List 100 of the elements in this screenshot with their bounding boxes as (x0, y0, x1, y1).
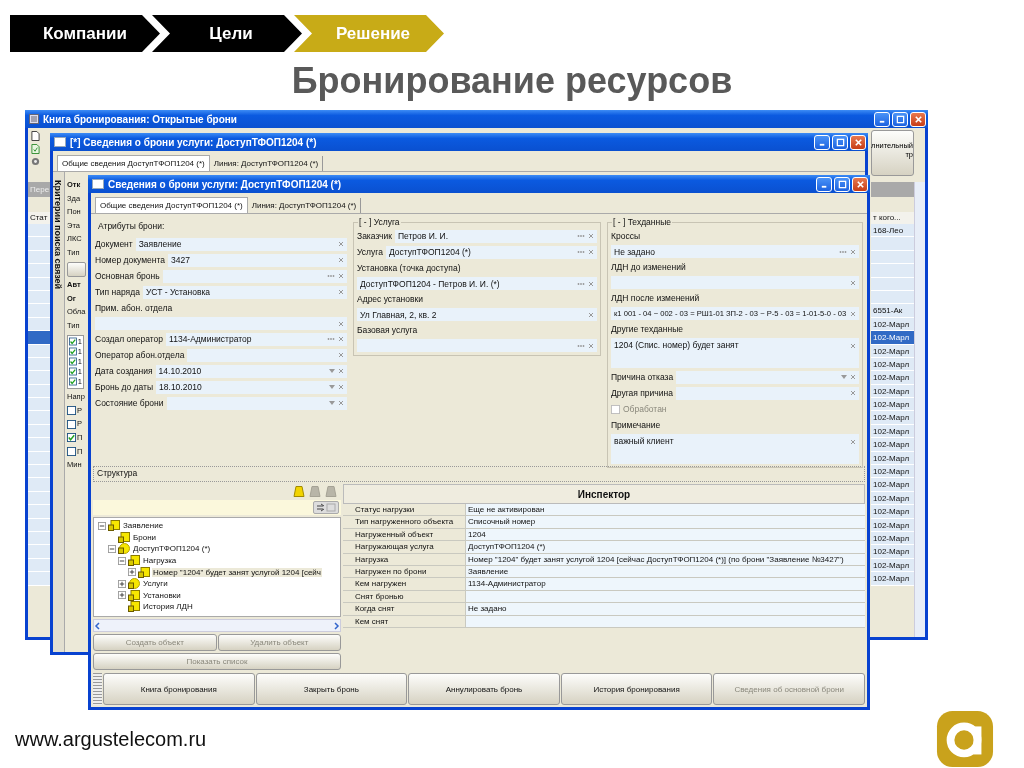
table-cell[interactable]: 6551-Ак (871, 304, 914, 318)
group-title[interactable]: [ - ] Услуга (358, 217, 401, 227)
input-field[interactable]: 18.10.2010 (156, 380, 347, 394)
side-tab[interactable]: Критерии поиска связей (53, 172, 65, 652)
clear-icon[interactable] (338, 273, 344, 279)
input-field[interactable]: Петров И. И. (394, 229, 597, 243)
input-field[interactable]: 3427 (168, 253, 347, 267)
checkbox[interactable] (69, 377, 77, 387)
tree-item[interactable]: Установки (142, 590, 182, 600)
clear-icon[interactable] (338, 368, 344, 374)
input-field[interactable]: ДоступТФОП1204 (*) (385, 245, 597, 259)
clear-icon[interactable] (850, 248, 856, 255)
clear-icon[interactable] (338, 352, 344, 358)
clear-icon[interactable] (588, 233, 594, 239)
input-field[interactable]: ДоступТФОП1204 - Петров И. И. (*) (357, 277, 597, 290)
scrollbar[interactable] (93, 619, 341, 632)
checkbox[interactable] (69, 337, 77, 347)
group-title[interactable]: [ - ] Техданные (612, 217, 673, 227)
website-url[interactable]: www.argustelecom.ru (15, 727, 207, 751)
table-cell[interactable]: 102-Марл (871, 505, 914, 519)
input-field[interactable]: УСТ - Установка (142, 285, 347, 299)
clear-icon[interactable] (588, 342, 594, 349)
input-field[interactable]: Ул Главная, 2, кв. 2 (357, 308, 597, 321)
document-check-icon[interactable] (31, 144, 40, 154)
more-icon[interactable] (577, 250, 585, 254)
tree-item[interactable]: Услуги (142, 579, 169, 589)
tab[interactable]: Линия: ДоступТФОП1204 (*) (247, 198, 362, 213)
table-cell[interactable]: 102-Марл (871, 572, 914, 586)
more-icon[interactable] (839, 249, 847, 254)
input-field[interactable] (95, 317, 347, 330)
input-field[interactable]: 1204 (Спис. номер) будет занят (611, 338, 859, 368)
table-cell[interactable]: 102-Марл (871, 398, 914, 412)
table-cell[interactable]: 102-Марл (871, 545, 914, 559)
input-field[interactable] (162, 269, 347, 283)
clear-icon[interactable] (338, 400, 344, 406)
more-icon[interactable] (577, 281, 585, 286)
input-field[interactable]: важный клиент (611, 434, 859, 464)
clear-icon[interactable] (338, 257, 344, 263)
input-field[interactable]: 14.10.2010 (155, 364, 347, 378)
dropdown-arrow-icon[interactable] (329, 369, 335, 373)
input-field[interactable]: 1134-Администратор (166, 332, 347, 346)
table-cell[interactable]: 168-Лео (871, 224, 914, 238)
close-button[interactable] (852, 176, 868, 192)
close-button[interactable] (850, 134, 866, 150)
expand-icon[interactable] (118, 579, 126, 588)
action-button[interactable]: Книга бронирования (103, 673, 255, 705)
dropdown-arrow-icon[interactable] (841, 375, 847, 379)
more-icon[interactable] (577, 234, 585, 238)
clear-icon[interactable] (850, 343, 856, 349)
expand-icon[interactable] (118, 591, 126, 600)
input-field[interactable] (357, 339, 597, 352)
collapse-icon[interactable] (108, 545, 116, 553)
gear-icon[interactable] (31, 157, 40, 166)
filter-field[interactable] (93, 500, 341, 515)
clear-icon[interactable] (588, 249, 594, 255)
action-button[interactable]: Аннулировать бронь (408, 673, 560, 705)
close-button[interactable] (910, 111, 926, 127)
maximize-button[interactable] (834, 176, 850, 192)
table-cell[interactable] (871, 237, 914, 251)
checkbox[interactable] (69, 347, 77, 357)
clear-icon[interactable] (338, 289, 344, 295)
dropdown-arrow-icon[interactable] (329, 401, 335, 405)
breadcrumb-step[interactable]: Компании (10, 15, 160, 52)
scrollbar[interactable] (914, 182, 925, 637)
clear-icon[interactable] (850, 279, 856, 286)
clear-icon[interactable] (850, 310, 856, 317)
more-icon[interactable] (577, 343, 585, 348)
breadcrumb-step[interactable]: Цели (152, 15, 302, 52)
action-button[interactable]: Закрыть бронь (255, 673, 408, 705)
table-cell[interactable]: 102-Марл (871, 331, 914, 345)
table-cell[interactable] (871, 264, 914, 278)
input-field[interactable]: Заявление (135, 237, 347, 251)
table-cell[interactable]: 102-Марл (871, 465, 914, 479)
clear-icon[interactable] (588, 311, 594, 318)
checkbox[interactable] (67, 433, 76, 443)
tab[interactable]: Линия: ДоступТФОП1204 (*) (209, 156, 324, 171)
table-cell[interactable]: 102-Марл (871, 371, 914, 385)
input-field[interactable]: Не задано (611, 245, 859, 258)
clear-icon[interactable] (850, 374, 856, 380)
checkbox[interactable] (67, 447, 76, 456)
tree-item[interactable]: ДоступТФОП1204 (*) (132, 544, 212, 554)
grip-handle[interactable] (93, 673, 102, 705)
collapse-icon[interactable] (118, 556, 126, 565)
clear-icon[interactable] (338, 241, 344, 247)
input-field[interactable] (675, 386, 859, 400)
table-cell[interactable]: 102-Марл (871, 438, 914, 452)
maximize-button[interactable] (832, 134, 848, 150)
minimize-button[interactable] (816, 176, 832, 192)
maximize-button[interactable] (892, 111, 908, 127)
search-button[interactable] (67, 261, 86, 277)
action-button[interactable]: История бронирования (560, 673, 713, 705)
scroll-right-icon[interactable] (332, 621, 340, 630)
checkbox[interactable] (69, 357, 77, 367)
table-cell[interactable]: 102-Марл (871, 478, 914, 492)
tab[interactable]: Общие сведения ДоступТФОП1204 (*) (57, 155, 210, 171)
new-document-icon[interactable] (31, 131, 40, 141)
input-field[interactable] (166, 396, 347, 410)
tree-item[interactable]: Номер "1204" будет занят услугой 1204 [сейч (152, 567, 322, 577)
input-field[interactable] (676, 370, 859, 384)
input-field[interactable] (187, 348, 347, 362)
